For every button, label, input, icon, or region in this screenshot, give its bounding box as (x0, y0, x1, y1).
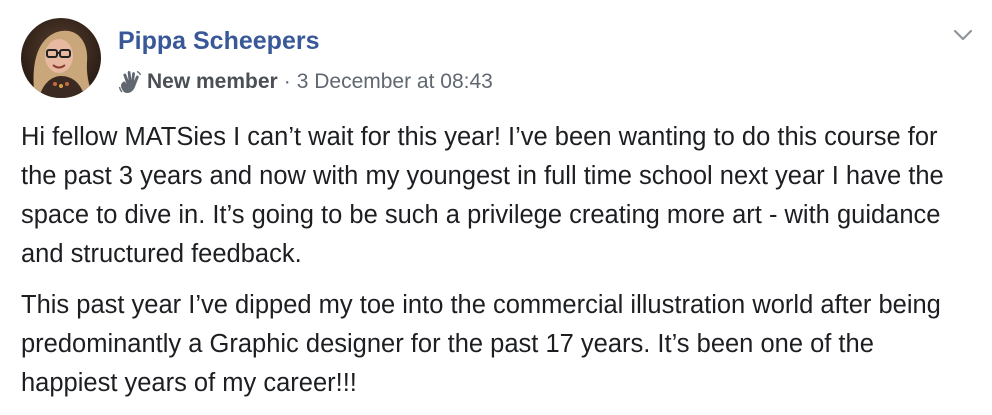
chevron-down-icon[interactable] (950, 22, 976, 48)
post-body: Hi fellow MATSies I can’t wait for this … (21, 118, 971, 415)
waving-hand-icon (118, 70, 142, 94)
post-timestamp[interactable]: 3 December at 08:43 (297, 70, 493, 94)
avatar[interactable] (21, 18, 101, 98)
post-paragraph: Hi fellow MATSies I can’t wait for this … (21, 123, 944, 268)
separator-dot: · (283, 70, 291, 93)
post-card: Pippa Scheepers New member · 3 December … (0, 0, 992, 404)
avatar-photo (21, 18, 101, 98)
post-paragraph: This past year I’ve dipped my toe into t… (21, 291, 941, 397)
author-name[interactable]: Pippa Scheepers (118, 27, 319, 56)
member-badge[interactable]: New member (147, 70, 278, 94)
post-meta: New member · 3 December at 08:43 (118, 67, 493, 97)
